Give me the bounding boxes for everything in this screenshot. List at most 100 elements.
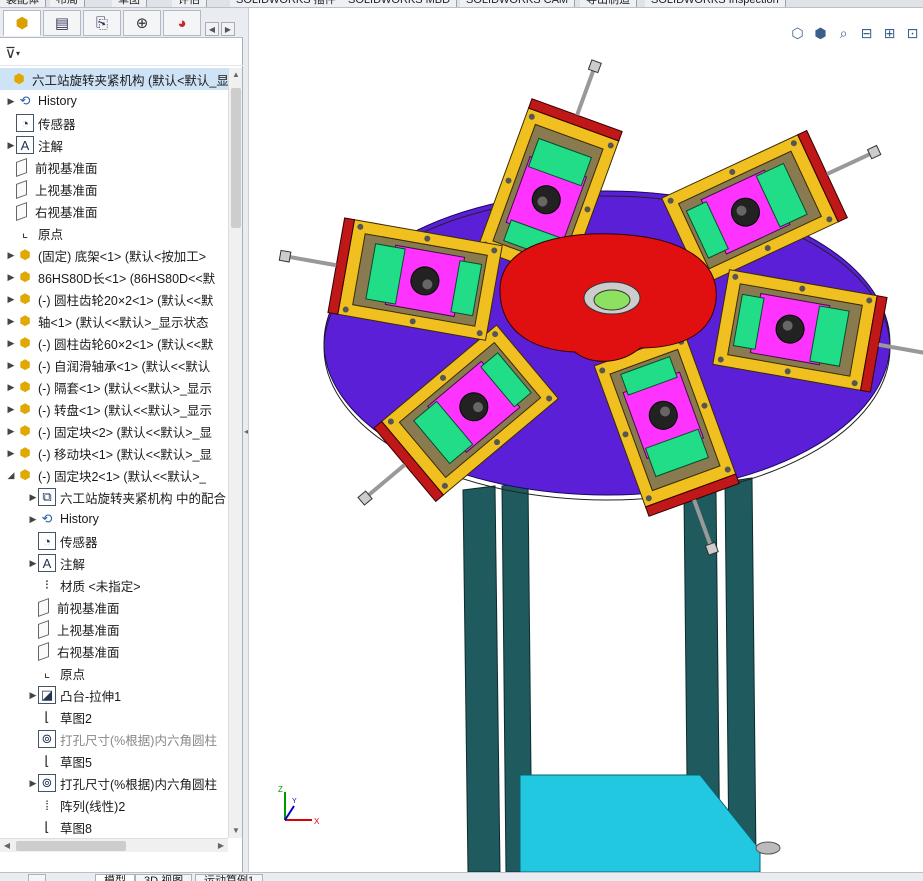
hscroll-thumb[interactable] [16, 841, 126, 851]
bottom-tab[interactable]: 运动算例1 [195, 874, 264, 881]
tree-item[interactable]: ▶ ⊚ 打孔尺寸(%根据)内六角圆柱 [0, 772, 228, 794]
feature-tree-tab[interactable]: ⬢ [3, 10, 41, 36]
tree-item[interactable]: ▶ ⬢ (-) 自润滑轴承<1> (默认<<默认 [0, 354, 228, 376]
sketch-icon: ⌊ [44, 819, 50, 834]
command-tab[interactable]: 草图 [112, 0, 147, 7]
tree-vertical-scrollbar[interactable]: ▲ ▼ [228, 68, 242, 838]
tree-item[interactable]: ▶ ⧉ 六工站旋转夹紧机构 中的配合 [0, 486, 228, 508]
chevron-right-icon[interactable]: ▶ [28, 514, 38, 525]
part-icon: ⬢ [19, 247, 31, 262]
chevron-right-icon[interactable]: ▶ [6, 316, 16, 327]
tree-horizontal-scrollbar[interactable]: ◀ ▶ [0, 838, 228, 852]
command-tab[interactable]: SOLIDWORKS 插件 [230, 0, 343, 7]
tabs-scroll-right[interactable]: ▶ [221, 22, 235, 36]
chevron-right-icon[interactable]: ▶ [28, 558, 38, 569]
filter-row: ⊽ ▾ [0, 40, 243, 66]
plane-icon [38, 597, 49, 617]
dimxpert-tab[interactable]: ⊕ [123, 10, 161, 36]
chevron-right-icon[interactable]: ▶ [6, 404, 16, 415]
sketch-icon: ⌊ [44, 753, 50, 768]
tree-item[interactable]: ▶ ⬢ (-) 圆柱齿轮20×2<1> (默认<<默 [0, 288, 228, 310]
scroll-down-arrow[interactable]: ▼ [231, 826, 241, 836]
tree-item[interactable]: 右视基准面 [0, 640, 228, 662]
tree-item[interactable]: ◔ 传感器 [0, 530, 228, 552]
chevron-right-icon[interactable]: ▶ [6, 272, 16, 283]
tree-item[interactable]: ⌊ 草图5 [0, 750, 228, 772]
chevron-right-icon[interactable]: ▶ [6, 382, 16, 393]
tree-item[interactable]: ⊚ 打孔尺寸(%根据)内六角圆柱 [0, 728, 228, 750]
triad-x-label: X [314, 817, 320, 826]
feature-tree-icon: ⬢ [15, 15, 29, 32]
chevron-right-icon[interactable]: ▶ [6, 360, 16, 371]
command-tab[interactable]: 装配体 [0, 0, 46, 7]
chevron-right-icon[interactable]: ▶ [6, 294, 16, 305]
tree-item[interactable]: ▶ ⟲ History [0, 508, 228, 530]
command-tab[interactable]: SOLIDWORKS MBD [342, 0, 458, 7]
chevron-right-icon[interactable]: ▶ [28, 778, 38, 789]
scroll-thumb[interactable] [231, 88, 241, 228]
tree-item[interactable]: ▶ ⬢ (-) 圆柱齿轮60×2<1> (默认<<默 [0, 332, 228, 354]
command-tab[interactable]: SOLIDWORKS Inspection [645, 0, 786, 7]
tree-item[interactable]: 前视基准面 [0, 156, 228, 178]
tree-item[interactable]: 右视基准面 [0, 200, 228, 222]
tree-item[interactable]: ▶ ◪ 凸台-拉伸1 [0, 684, 228, 706]
tree-item[interactable]: 上视基准面 [0, 618, 228, 640]
bottom-tab[interactable]: 模型 [95, 874, 135, 881]
chevron-right-icon[interactable]: ▶ [6, 448, 16, 459]
command-tab[interactable]: SOLIDWORKS CAM [460, 0, 576, 7]
scroll-up-arrow[interactable]: ▲ [231, 70, 241, 80]
command-tab[interactable]: 导出制造 [580, 0, 637, 7]
property-manager-tab[interactable]: ▤ [43, 10, 81, 36]
tree-item[interactable]: ◔ 传感器 [0, 112, 228, 134]
tree-item[interactable]: ▶ ⬢ (-) 隔套<1> (默认<<默认>_显示 [0, 376, 228, 398]
configuration-manager-tab[interactable]: ⎘ [83, 10, 121, 36]
screw-knob [278, 249, 292, 263]
tree-item-label: 前视基准面 [35, 161, 98, 176]
part-icon: ⬢ [19, 423, 31, 438]
tree-item[interactable]: 上视基准面 [0, 178, 228, 200]
chevron-down-icon[interactable]: ◢ [6, 470, 16, 481]
assembly-model[interactable]: X Z Y [249, 8, 923, 872]
tree-item[interactable]: ▶ ⬢ 轴<1> (默认<<默认>_显示状态 [0, 310, 228, 332]
plane-icon [16, 201, 27, 221]
tree-root-assembly[interactable]: ⬢ 六工站旋转夹紧机构 (默认<默认_显示 [0, 68, 228, 90]
tree-item[interactable]: 前视基准面 [0, 596, 228, 618]
crosshair-icon: ⊕ [135, 15, 149, 32]
bottom-tab[interactable] [28, 874, 46, 881]
tree-item[interactable]: ⌊ 草图2 [0, 706, 228, 728]
tree-item[interactable]: ▶ A 注解 [0, 134, 228, 156]
bottom-tab[interactable]: 3D 视图 [135, 874, 193, 881]
tree-item[interactable]: ⁞ 阵列(线性)2 [0, 794, 228, 816]
tree-item[interactable]: ⌞ 原点 [0, 222, 228, 244]
tree-item[interactable]: ⌊ 草图8 [0, 816, 228, 838]
tree-item[interactable]: ▶ ⟲ History [0, 90, 228, 112]
tree-item[interactable]: ▶ ⬢ (-) 转盘<1> (默认<<默认>_显示 [0, 398, 228, 420]
display-manager-tab[interactable]: ◕ [163, 10, 201, 36]
tree-item[interactable]: ▶ ⬢ (-) 移动块<1> (默认<<默认>_显 [0, 442, 228, 464]
tree-item[interactable]: ▶ ⬢ 86HS80D长<1> (86HS80D<<默 [0, 266, 228, 288]
tree-item[interactable]: ◢ ⬢ (-) 固定块2<1> (默认<<默认>_ [0, 464, 228, 486]
tree-item-label: 原点 [38, 227, 64, 242]
filter-button[interactable]: ⊽ ▾ [5, 43, 29, 63]
chevron-right-icon[interactable]: ▶ [6, 140, 16, 151]
tree-item[interactable]: ⁝ 材质 <未指定> [0, 574, 228, 596]
chevron-right-icon[interactable]: ▶ [28, 690, 38, 701]
tree-item-label: 凸台-拉伸1 [60, 689, 122, 704]
scroll-left-arrow[interactable]: ◀ [2, 841, 12, 851]
tree-item[interactable]: ▶ ⬢ (固定) 底架<1> (默认<按加工> [0, 244, 228, 266]
tree-item[interactable]: ▶ A 注解 [0, 552, 228, 574]
chevron-right-icon[interactable]: ▶ [6, 250, 16, 261]
chevron-right-icon[interactable]: ▶ [28, 492, 38, 503]
part-icon: ⬢ [19, 335, 31, 350]
clamp-screw [365, 463, 407, 499]
tree-item[interactable]: ▶ ⬢ (-) 固定块<2> (默认<<默认>_显 [0, 420, 228, 442]
chevron-right-icon[interactable]: ▶ [6, 338, 16, 349]
tabs-scroll-left[interactable]: ◀ [205, 22, 219, 36]
command-tab[interactable]: 评估 [172, 0, 207, 7]
scroll-right-arrow[interactable]: ▶ [216, 841, 226, 851]
command-tab[interactable]: 布局 [50, 0, 85, 7]
tree-item[interactable]: ⌞ 原点 [0, 662, 228, 684]
leg-back-right [724, 477, 757, 861]
chevron-right-icon[interactable]: ▶ [6, 96, 16, 107]
chevron-right-icon[interactable]: ▶ [6, 426, 16, 437]
